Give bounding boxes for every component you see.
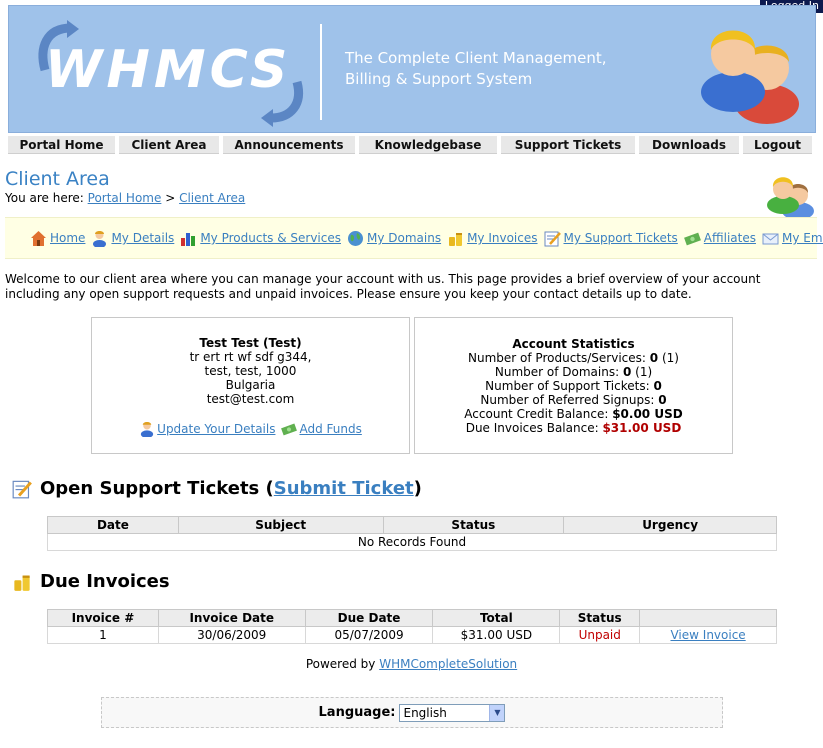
client-country: Bulgaria — [225, 378, 276, 392]
stat-tickets: Number of Support Tickets: 0 — [485, 379, 662, 393]
col-action — [639, 609, 777, 627]
menu-affiliates[interactable]: Affiliates — [683, 230, 756, 247]
breadcrumb: You are here: Portal Home > Client Area — [5, 191, 246, 205]
header-divider — [320, 24, 322, 120]
col-total[interactable]: Total — [432, 609, 561, 627]
money-icon — [281, 423, 298, 436]
nav-knowledgebase[interactable]: Knowledgebase — [359, 136, 497, 154]
note-edit-icon — [544, 231, 561, 246]
top-navigation: Portal Home Client Area Announcements Kn… — [8, 136, 816, 154]
language-label: Language: — [318, 705, 396, 720]
users-icon — [767, 177, 814, 219]
client-details-box: Test Test (Test) tr ert rt wf sdf g344, … — [91, 317, 410, 454]
add-funds-link[interactable]: Add Funds — [299, 422, 361, 436]
language-select[interactable]: English ▼ — [399, 703, 506, 722]
nav-announcements[interactable]: Announcements — [223, 136, 355, 154]
envelope-icon — [762, 233, 779, 244]
stat-referred: Number of Referred Signups: 0 — [480, 393, 667, 407]
language-selector-box: Language: English ▼ — [101, 697, 723, 728]
menu-my-support-tickets[interactable]: My Support Tickets — [544, 230, 678, 247]
breadcrumb-client-area[interactable]: Client Area — [179, 191, 245, 205]
menu-products-services[interactable]: My Products & Services — [180, 230, 341, 247]
client-address-line1: tr ert rt wf sdf g344, — [189, 350, 312, 364]
client-email: test@test.com — [206, 392, 295, 406]
note-edit-icon — [12, 480, 32, 498]
table-row: 1 30/06/2009 05/07/2009 $31.00 USD Unpai… — [47, 626, 777, 644]
col-date[interactable]: Date — [47, 516, 179, 534]
welcome-text: Welcome to our client area where you can… — [5, 272, 761, 301]
menu-home[interactable]: Home — [30, 230, 85, 247]
home-icon — [31, 230, 46, 246]
nav-logout[interactable]: Logout — [743, 136, 812, 154]
person-icon — [141, 421, 154, 437]
col-invoice-date[interactable]: Invoice Date — [157, 609, 306, 627]
invoice-total: $31.00 USD — [432, 626, 561, 644]
invoice-due-date: 05/07/2009 — [304, 626, 434, 644]
submit-ticket-link[interactable]: Submit Ticket — [274, 478, 414, 499]
col-status[interactable]: Status — [382, 516, 565, 534]
due-invoices-table: Invoice # Invoice Date Due Date Total St… — [47, 609, 777, 644]
client-address-line2: test, test, 1000 — [204, 364, 297, 378]
curved-arrow-icon — [261, 80, 303, 127]
coins-icon — [449, 232, 463, 246]
stat-due: Due Invoices Balance: $31.00 USD — [465, 421, 682, 435]
menu-my-invoices[interactable]: My Invoices — [447, 230, 538, 247]
support-tickets-table: Date Subject Status Urgency No Records F… — [47, 516, 777, 551]
due-invoices-heading: Due Invoices — [12, 571, 170, 592]
invoice-date: 30/06/2009 — [157, 626, 306, 644]
stat-domains: Number of Domains: 0 (1) — [494, 365, 653, 379]
nav-support-tickets[interactable]: Support Tickets — [501, 136, 635, 154]
coins-icon — [14, 575, 30, 591]
invoice-status: Unpaid — [559, 626, 641, 644]
col-due-date[interactable]: Due Date — [304, 609, 434, 627]
support-tickets-heading: Open Support Tickets (Submit Ticket) — [12, 478, 422, 499]
tagline: The Complete Client Management, Billing … — [345, 49, 607, 88]
account-statistics-box: Account Statistics Number of Products/Se… — [414, 317, 733, 454]
col-status[interactable]: Status — [559, 609, 641, 627]
stat-credit: Account Credit Balance: $0.00 USD — [464, 407, 683, 421]
chevron-down-icon[interactable]: ▼ — [489, 704, 505, 721]
menu-my-details[interactable]: My Details — [91, 230, 174, 247]
bar-chart-icon — [181, 232, 196, 246]
globe-icon — [347, 230, 363, 246]
invoice-number: 1 — [47, 626, 159, 644]
page-title: Client Area — [5, 168, 110, 190]
stats-title: Account Statistics — [512, 337, 635, 351]
nav-client-area[interactable]: Client Area — [119, 136, 219, 154]
menu-my-domains[interactable]: My Domains — [347, 230, 441, 247]
client-name: Test Test (Test) — [199, 336, 302, 350]
powered-by: Powered by WHMCompleteSolution — [305, 657, 518, 671]
client-menu-bar: Home My Details My Products & Services M… — [5, 217, 823, 259]
no-records-text: No Records Found — [47, 533, 777, 551]
update-details-link[interactable]: Update Your Details — [157, 422, 275, 436]
whmcs-link[interactable]: WHMCompleteSolution — [379, 657, 517, 671]
col-urgency[interactable]: Urgency — [563, 516, 777, 534]
nav-downloads[interactable]: Downloads — [639, 136, 739, 154]
header-banner: WHMCS The Complete Client Management, Bi… — [8, 5, 816, 133]
money-icon — [683, 232, 701, 245]
col-subject[interactable]: Subject — [177, 516, 384, 534]
whmcs-logo: WHMCS — [45, 40, 292, 100]
person-icon — [93, 230, 107, 247]
menu-my-emails[interactable]: My Emails — [762, 230, 823, 247]
users-icon — [701, 30, 799, 124]
col-invoice-num[interactable]: Invoice # — [47, 609, 159, 627]
view-invoice-link[interactable]: View Invoice — [670, 628, 745, 642]
nav-portal-home[interactable]: Portal Home — [8, 136, 115, 154]
breadcrumb-portal-home[interactable]: Portal Home — [88, 191, 162, 205]
stat-products: Number of Products/Services: 0 (1) — [468, 351, 679, 365]
